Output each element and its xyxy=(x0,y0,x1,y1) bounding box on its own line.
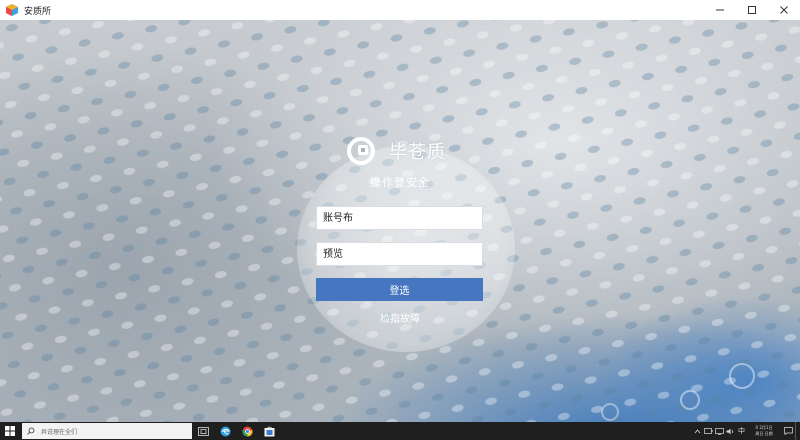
taskbar-clock[interactable]: 0 2月1日 周日 日期 xyxy=(749,425,779,437)
login-subtitle: 操作登安全 xyxy=(370,176,430,189)
search-placeholder: 异说理在全们 xyxy=(41,428,78,436)
taskbar-app-edge[interactable] xyxy=(214,422,236,440)
taskbar: 异说理在全们 中 0 2月1日 周日 日期 xyxy=(0,422,800,440)
forgot-link[interactable]: 检指故障 xyxy=(0,310,800,325)
ime-label: 中 xyxy=(738,427,745,435)
network-icon xyxy=(715,427,724,435)
minimize-button[interactable] xyxy=(704,0,736,20)
show-desktop-button[interactable] xyxy=(795,422,800,440)
username-input[interactable] xyxy=(316,206,483,230)
search-icon xyxy=(27,427,35,435)
battery-icon xyxy=(704,428,713,434)
password-input[interactable] xyxy=(316,242,483,266)
clock-date: 周日 日期 xyxy=(755,431,773,436)
brand: 毕苍质 xyxy=(347,137,446,165)
edge-icon xyxy=(220,426,230,436)
taskbar-app-store[interactable] xyxy=(258,422,280,440)
tray-overflow[interactable] xyxy=(692,422,703,440)
window-titlebar: 安质所 xyxy=(0,0,800,20)
window-controls xyxy=(704,0,800,20)
task-view-icon xyxy=(197,426,209,436)
maximize-icon xyxy=(748,6,756,14)
volume-icon xyxy=(726,428,734,434)
task-view-button[interactable] xyxy=(192,422,214,440)
close-icon xyxy=(780,6,788,14)
taskbar-search[interactable]: 异说理在全们 xyxy=(22,423,192,439)
taskbar-app-chrome[interactable] xyxy=(236,422,258,440)
notification-button[interactable] xyxy=(781,422,795,440)
start-button[interactable] xyxy=(0,422,20,440)
login-screen: 毕苍质 操作登安全 登选 检指故障 xyxy=(0,20,800,422)
brand-logo-icon xyxy=(347,137,375,165)
window-title: 安质所 xyxy=(24,6,52,17)
system-tray: 中 0 2月1日 周日 日期 xyxy=(692,422,800,440)
brand-name: 毕苍质 xyxy=(389,142,446,163)
maximize-button[interactable] xyxy=(736,0,768,20)
app-logo-icon xyxy=(6,4,18,16)
minimize-icon xyxy=(716,9,724,11)
up-arrow-icon xyxy=(694,428,701,433)
notification-icon xyxy=(783,427,793,435)
store-icon xyxy=(264,426,274,436)
tray-network[interactable] xyxy=(714,422,725,440)
tray-battery[interactable] xyxy=(703,422,714,440)
close-button[interactable] xyxy=(768,0,800,20)
tray-ime[interactable]: 中 xyxy=(736,422,747,440)
tray-volume[interactable] xyxy=(725,422,736,440)
chrome-icon xyxy=(241,426,253,437)
windows-icon xyxy=(5,426,15,436)
login-button[interactable]: 登选 xyxy=(316,278,483,301)
